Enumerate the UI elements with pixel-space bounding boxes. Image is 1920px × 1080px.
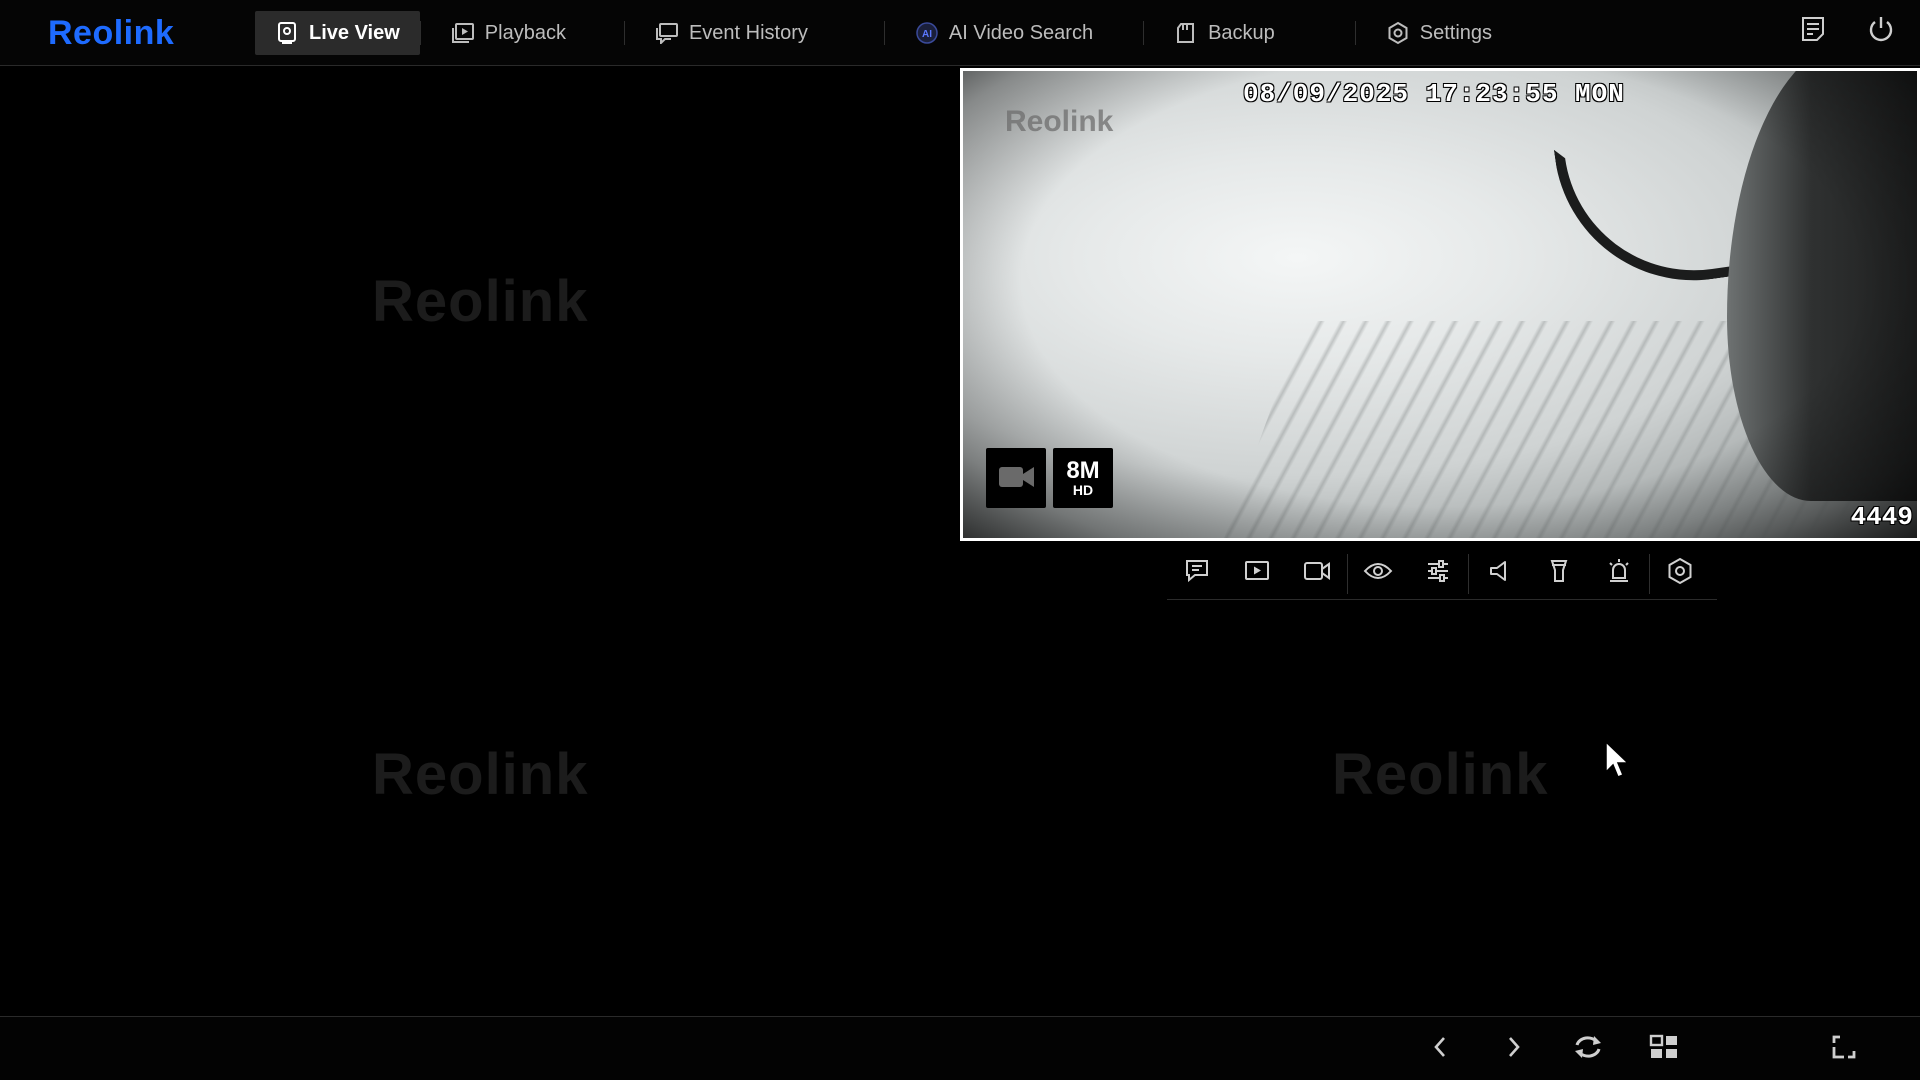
bottom-bar [0, 1016, 1920, 1080]
gear-icon [1386, 21, 1410, 45]
channel-cell-4[interactable]: Reolink [960, 610, 1920, 1015]
siren-button[interactable] [1589, 550, 1649, 598]
recording-badge [986, 448, 1046, 508]
tab-event-history[interactable]: Event History [635, 11, 828, 55]
record-icon [1303, 560, 1331, 587]
siren-icon [1607, 558, 1631, 589]
event-history-icon [655, 21, 679, 45]
resolution-sub: HD [1072, 482, 1094, 498]
tab-live-view[interactable]: Live View [255, 11, 420, 55]
top-bar: Reolink Live View Playback Event History [0, 0, 1920, 66]
log-button[interactable] [1796, 14, 1830, 48]
tab-label: Playback [484, 21, 566, 44]
fullscreen-button[interactable] [1826, 1031, 1862, 1067]
ptz-button[interactable] [1650, 550, 1710, 598]
resolution-badge: 8M HD [1053, 448, 1113, 508]
backup-icon [1174, 21, 1198, 45]
log-icon [1800, 15, 1826, 48]
feed-timestamp: 08/09/2025 17:23:55 MON [1243, 79, 1625, 109]
auto-rotate-button[interactable] [1570, 1031, 1606, 1067]
next-page-button[interactable] [1496, 1031, 1532, 1067]
tab-settings[interactable]: Settings [1366, 11, 1512, 55]
live-view-icon [275, 21, 299, 45]
tab-divider [623, 21, 625, 45]
brand-logo: Reolink [48, 14, 175, 52]
ptz-icon [1666, 557, 1694, 590]
play-icon [1244, 559, 1270, 588]
chevron-left-icon [1431, 1035, 1449, 1064]
image-adjust-button[interactable] [1408, 550, 1468, 598]
talk-button[interactable] [1167, 550, 1227, 598]
main-nav: Live View Playback Event History AI AI V… [255, 11, 1512, 55]
tab-divider [419, 21, 421, 45]
adjust-icon [1425, 559, 1451, 588]
eye-icon [1363, 560, 1393, 587]
chevron-right-icon [1505, 1035, 1523, 1064]
tab-backup[interactable]: Backup [1154, 11, 1295, 55]
channel-cell-3[interactable]: Reolink [0, 545, 958, 1015]
rotate-icon [1572, 1033, 1604, 1066]
tab-label: AI Video Search [948, 21, 1094, 44]
ai-search-icon: AI [915, 21, 939, 45]
layout-grid-icon [1649, 1034, 1679, 1065]
view-button[interactable] [1348, 550, 1408, 598]
tab-divider [1143, 21, 1145, 45]
tab-ai-video-search[interactable]: AI AI Video Search [895, 11, 1113, 55]
feed-logo: Reolink [1005, 105, 1114, 138]
record-button[interactable] [1287, 550, 1347, 598]
tab-divider [883, 21, 885, 45]
feed-toolbar [1167, 548, 1717, 600]
layout-button[interactable] [1646, 1031, 1682, 1067]
power-icon [1867, 15, 1895, 48]
audio-button[interactable] [1469, 550, 1529, 598]
channel-cell-1[interactable]: Reolink [0, 68, 958, 541]
video-camera-icon [996, 461, 1036, 496]
reolink-watermark: Reolink [372, 742, 589, 807]
previous-page-button[interactable] [1422, 1031, 1458, 1067]
tab-label: Settings [1419, 21, 1493, 44]
tab-label: Event History [688, 21, 808, 44]
playback-button[interactable] [1227, 550, 1287, 598]
svg-text:AI: AI [922, 29, 932, 40]
spotlight-button[interactable] [1529, 550, 1589, 598]
tab-label: Backup [1208, 21, 1275, 44]
spotlight-icon [1549, 558, 1569, 589]
camera-feed[interactable]: 08/09/2025 17:23:55 MON Reolink 8M HD 44… [960, 68, 1920, 541]
resolution-main: 8M [1066, 457, 1100, 484]
tab-label: Live View [309, 21, 400, 44]
tab-playback[interactable]: Playback [431, 11, 586, 55]
talk-icon [1184, 558, 1210, 589]
reolink-watermark: Reolink [372, 269, 589, 334]
mouse-cursor-icon [1604, 740, 1632, 780]
channel-id: 4449 [1850, 502, 1913, 532]
fullscreen-icon [1831, 1034, 1857, 1065]
top-right-actions [1796, 14, 1898, 48]
reolink-watermark: Reolink [1332, 742, 1549, 807]
tab-divider [1354, 21, 1356, 45]
playback-icon [451, 21, 475, 45]
speaker-icon [1488, 559, 1510, 588]
power-button[interactable] [1864, 14, 1898, 48]
